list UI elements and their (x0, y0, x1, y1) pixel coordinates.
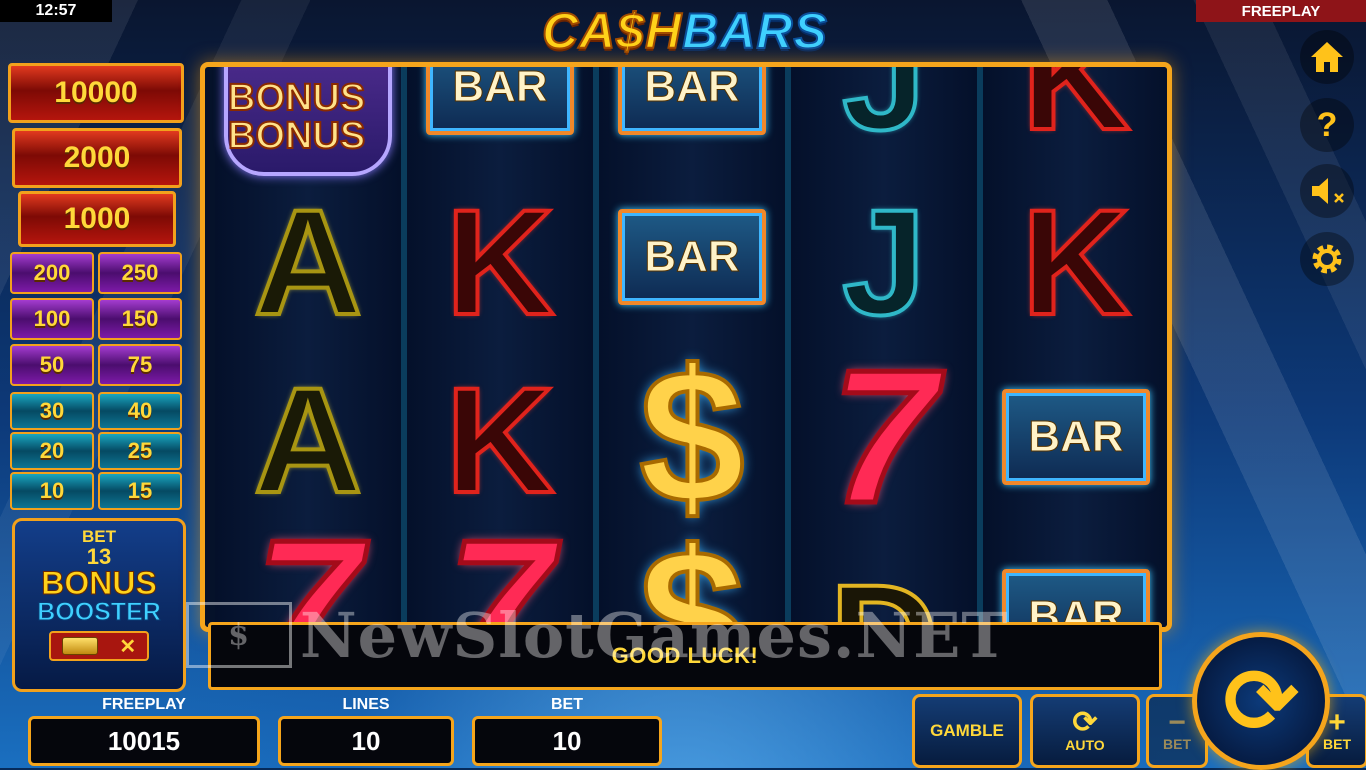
freeplay-label: FREEPLAY (102, 696, 186, 713)
paytable-cell: 100 (10, 298, 94, 340)
symbol-d: D (791, 547, 977, 628)
minus-icon: − (1168, 706, 1186, 739)
symbol-bar: BAR (407, 67, 593, 177)
help-icon[interactable]: ? (1300, 98, 1354, 152)
symbol-k: K (1020, 62, 1132, 163)
paytable-cell: 200 (10, 252, 94, 294)
booster-title-booster: BOOSTER (37, 598, 162, 626)
paytable-cell: 20 (10, 432, 94, 470)
symbol-j: J (840, 176, 927, 348)
paytable-10000: 10000 (8, 63, 184, 123)
spin-icon: ⟳ (1223, 651, 1299, 752)
logo-cash: CA$H (541, 2, 683, 60)
gamble-button[interactable]: GAMBLE (912, 694, 1022, 768)
paytable-cell: 50 (10, 344, 94, 386)
reel-1: BONUS BONUS A A 7 (215, 67, 407, 627)
symbol-dollar: $ (637, 329, 747, 545)
symbol-seven: 7 (253, 499, 364, 632)
plus-icon: + (1328, 706, 1346, 739)
symbol-seven: 7 (445, 499, 556, 632)
bet-value: 10 (472, 716, 662, 766)
close-icon: ✕ (119, 635, 137, 658)
logo-bars: BARS (681, 2, 828, 60)
symbol-bar: BAR (983, 347, 1167, 527)
booster-toggle[interactable]: ✕ (49, 631, 149, 661)
paytable-cell: 30 (10, 392, 94, 430)
symbol-a: A (252, 176, 364, 348)
reel-2: BAR K K 7 (407, 67, 599, 627)
reels-frame: BONUS BONUS A A 7 BAR K K 7 BAR BAR $ $ … (200, 62, 1172, 632)
reel-3: BAR BAR $ $ (599, 67, 791, 627)
bet-minus-label: BET (1163, 736, 1191, 752)
sound-muted-icon[interactable] (1300, 164, 1354, 218)
paytable-cell: 150 (98, 298, 182, 340)
toggle-knob (61, 637, 98, 655)
lines-value: 10 (278, 716, 454, 766)
home-icon[interactable] (1300, 30, 1354, 84)
reel-5: K K BAR BAR (983, 67, 1167, 627)
booster-title-bonus: BONUS (41, 565, 158, 601)
game-logo: CA$H BARS (440, 2, 930, 60)
freeplay-stat: FREEPLAY 10015 (28, 696, 260, 766)
symbol-bar: BAR (599, 67, 785, 177)
auto-label: AUTO (1065, 737, 1105, 753)
lines-stat: LINES 10 (278, 696, 454, 766)
bet-stat: BET 10 (472, 696, 662, 766)
paytable-cell: 10 (10, 472, 94, 510)
symbol-k: K (444, 176, 556, 348)
clock: 12:57 (0, 0, 112, 22)
spin-button[interactable]: ⟳ (1192, 632, 1330, 770)
bonus-booster-panel: BET 13 BONUS BOOSTER ✕ (12, 518, 186, 692)
bet-plus-label: BET (1323, 736, 1351, 752)
auto-icon: ⟳ (1072, 706, 1098, 739)
symbol-bar: BAR (983, 527, 1167, 627)
auto-button[interactable]: ⟳ AUTO (1030, 694, 1140, 768)
symbol-dollar: $ (637, 509, 747, 632)
message-bar: GOOD LUCK! (208, 622, 1162, 690)
symbol-k: K (1020, 176, 1132, 348)
symbol-bar: BAR (599, 167, 785, 347)
paytable-cell: 25 (98, 432, 182, 470)
paytable-cell: 40 (98, 392, 182, 430)
paytable-1000: 1000 (18, 191, 176, 247)
booster-bet-value: 13 (86, 544, 112, 569)
symbol-j: J (840, 62, 927, 163)
bonus-text: BONUS BONUS (227, 77, 366, 157)
lines-label: LINES (342, 696, 390, 713)
paytable-cell: 15 (98, 472, 182, 510)
paytable-cell: 75 (98, 344, 182, 386)
bet-label: BET (551, 696, 583, 713)
settings-icon[interactable] (1300, 232, 1354, 286)
paytable-cell: 250 (98, 252, 182, 294)
symbol-seven: 7 (829, 329, 940, 546)
reel-4: J J 7 D (791, 67, 983, 627)
freeplay-badge: FREEPLAY (1196, 0, 1366, 22)
freeplay-value: 10015 (28, 716, 260, 766)
paytable-2000: 2000 (12, 128, 182, 188)
